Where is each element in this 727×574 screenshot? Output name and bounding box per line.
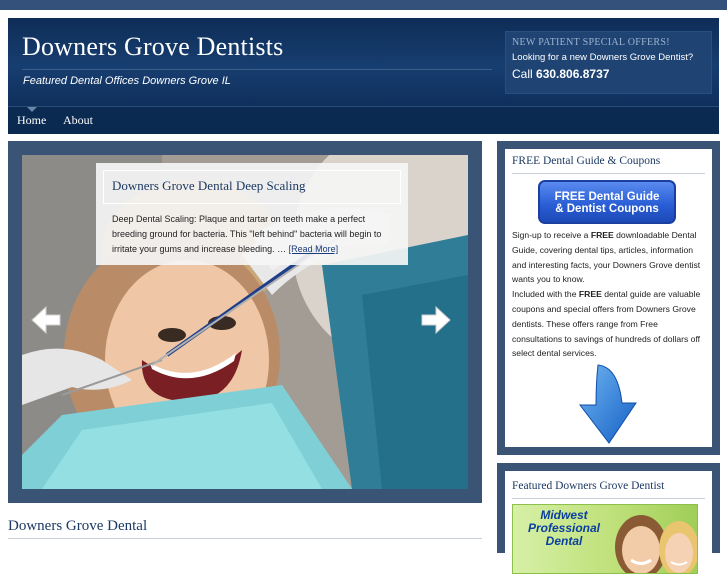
guide-button-line2: & Dentist Coupons [555,203,659,215]
offer-call: Call 630.806.8737 [512,67,705,81]
guide-p1-text: Sign-up to receive a [512,230,591,240]
slide-title[interactable]: Downers Grove Dental Deep Scaling [112,178,306,194]
site-tagline: Featured Dental Offices Downers Grove IL [23,75,231,87]
guide-widget-divider [512,173,705,174]
down-arrow-icon [578,363,640,450]
title-divider [22,69,492,70]
ad-text: Midwest Professional Dental [519,509,609,548]
main-nav: Home About [8,106,719,134]
free-guide-button[interactable]: FREE Dental Guide & Dentist Coupons [538,180,676,224]
featured-dentist-widget: Featured Downers Grove Dentist Midwest P… [497,463,720,574]
arrow-left-icon[interactable] [30,305,62,335]
ad-smiling-people-photo [615,515,697,573]
slide-caption: Downers Grove Dental Deep Scaling Deep D… [96,163,408,265]
slide-image: Downers Grove Dental Deep Scaling Deep D… [22,155,468,489]
slide-excerpt: Deep Dental Scaling: Plaque and tartar o… [112,214,382,254]
section-divider [8,538,482,539]
site-header: Downers Grove Dentists Featured Dental O… [8,18,719,106]
section-title[interactable]: Downers Grove Dental [8,518,147,535]
read-more-link[interactable]: [Read More] [289,244,339,254]
arrow-right-icon[interactable] [420,305,452,335]
guide-p1-bold: FREE [590,230,614,240]
phone-number[interactable]: 630.806.8737 [536,67,609,81]
guide-widget-body: FREE Dental Guide & Coupons FREE Dental … [505,149,712,447]
top-bar [0,0,727,10]
featured-widget-body: Featured Downers Grove Dentist Midwest P… [505,471,712,574]
featured-widget-title: Featured Downers Grove Dentist [512,480,665,492]
slide-text: Deep Dental Scaling: Plaque and tartar o… [112,212,400,257]
guide-paragraph-2: Included with the FREE dental guide are … [512,287,706,361]
offer-title: NEW PATIENT SPECIAL OFFERS! [512,37,670,48]
guide-p2-rest: dental guide are valuable coupons and sp… [512,289,701,359]
guide-widget-title: FREE Dental Guide & Coupons [512,155,661,167]
featured-dentist-ad[interactable]: Midwest Professional Dental [512,504,698,574]
guide-widget: FREE Dental Guide & Coupons FREE Dental … [497,141,720,455]
guide-paragraph-1: Sign-up to receive a FREE downloadable D… [512,228,706,287]
nav-about[interactable]: About [63,113,93,128]
guide-description: Sign-up to receive a FREE downloadable D… [512,228,706,361]
active-nav-marker [27,107,37,112]
guide-button-line1: FREE Dental Guide [554,191,660,203]
guide-p2-text: Included with the [512,289,579,300]
featured-widget-divider [512,498,705,499]
call-label: Call [512,67,533,81]
site-title[interactable]: Downers Grove Dentists [22,32,283,62]
offer-text: Looking for a new Downers Grove Dentist? [512,52,694,63]
special-offer-box: NEW PATIENT SPECIAL OFFERS! Looking for … [505,31,712,94]
guide-p2-bold: FREE [578,289,602,300]
featured-slider: Downers Grove Dental Deep Scaling Deep D… [8,141,482,503]
ad-line-3: Dental [545,534,583,548]
nav-home[interactable]: Home [17,113,46,128]
